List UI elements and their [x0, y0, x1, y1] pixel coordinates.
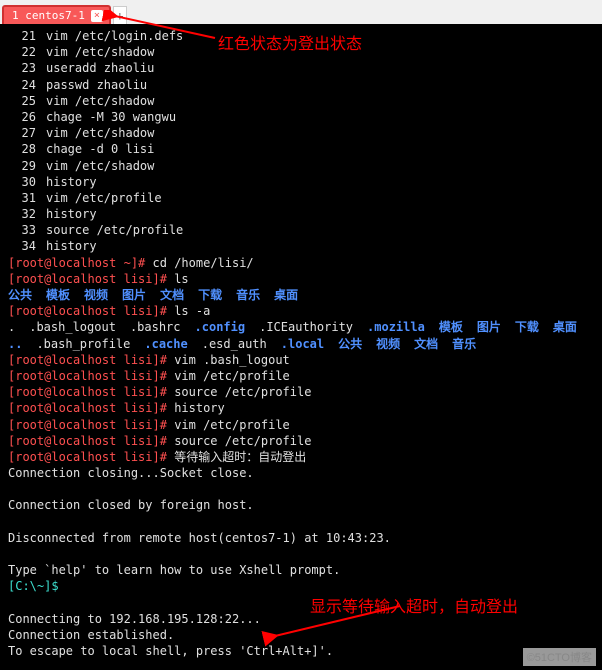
ls-item: .bashrc [130, 319, 181, 335]
ls-output: . .bash_logout .bashrc .config .ICEauthority… [8, 319, 594, 335]
close-icon[interactable]: × [91, 10, 103, 22]
ls-item: 音乐 [236, 287, 260, 303]
cmd-text: source /etc/profile [174, 385, 311, 399]
history-line: 28chage -d 0 lisi [8, 141, 594, 157]
ls-output: 公共模板视频图片文档下载音乐桌面 [8, 287, 594, 303]
cmd-line: [root@localhost lisi]# vim /etc/profile [8, 417, 594, 433]
history-line: 23useradd zhaoliu [8, 60, 594, 76]
plus-icon: + [116, 9, 123, 23]
cmd-text: ls [174, 272, 188, 286]
help-text: Type `help' to learn how to use Xshell p… [8, 562, 594, 578]
terminal-output[interactable]: 21vim /etc/login.defs22vim /etc/shadow23… [0, 24, 602, 670]
cmd-line: [root@localhost lisi]# ls -a [8, 303, 594, 319]
ls-item: 音乐 [452, 336, 476, 352]
cmd-line: [root@localhost lisi]# source /etc/profi… [8, 433, 594, 449]
prompt: [root@localhost lisi]# [8, 434, 167, 448]
ls-item: .bash_profile [36, 336, 130, 352]
session-tab[interactable]: 1 centos7-1 × [2, 5, 111, 24]
history-line: 33source /etc/profile [8, 222, 594, 238]
history-line: 34history [8, 238, 594, 254]
ls-output: .. .bash_profile .cache .esd_auth .local 公共视频… [8, 336, 594, 352]
cmd-line: [root@localhost lisi]# history [8, 400, 594, 416]
ls-item: 公共 [8, 287, 32, 303]
cmd-text: vim .bash_logout [174, 353, 290, 367]
status-text: Connection closed by foreign host. [8, 497, 594, 513]
prompt: [root@localhost lisi]# [8, 272, 167, 286]
ls-item: .esd_auth [202, 336, 267, 352]
ls-item: 模板 [46, 287, 70, 303]
history-line: 29vim /etc/shadow [8, 158, 594, 174]
xshell-prompt: [C:\~]$ [8, 578, 594, 594]
history-block: 21vim /etc/login.defs22vim /etc/shadow23… [8, 28, 594, 255]
prompt: [root@localhost lisi]# [8, 353, 167, 367]
cmd-text: ls -a [174, 304, 210, 318]
status-text: Connecting to 192.168.195.128:22... [8, 611, 594, 627]
cmd-text: 等待输入超时：自动登出 [174, 450, 306, 464]
status-text: Connection established. [8, 627, 594, 643]
cmd-line: [root@localhost lisi]# source /etc/profi… [8, 384, 594, 400]
prompt: [root@localhost ~]# [8, 256, 145, 270]
ls-item: 视频 [376, 336, 400, 352]
status-text: Disconnected from remote host(centos7-1)… [8, 530, 594, 546]
ls-item: .config [195, 319, 246, 335]
ls-item: 下载 [515, 319, 539, 335]
history-line: 32history [8, 206, 594, 222]
cmd-text: vim /etc/profile [174, 418, 290, 432]
ls-item: .cache [144, 336, 187, 352]
prompt: [root@localhost lisi]# [8, 418, 167, 432]
cmd-text: source /etc/profile [174, 434, 311, 448]
history-line: 27vim /etc/shadow [8, 125, 594, 141]
watermark: ©51CTO博客 [523, 648, 596, 666]
ls-item: . [8, 319, 15, 335]
cmd-text: vim /etc/profile [174, 369, 290, 383]
ls-item: 文档 [160, 287, 184, 303]
ls-item: .ICEauthority [259, 319, 353, 335]
history-line: 22vim /etc/shadow [8, 44, 594, 60]
cmd-line: [root@localhost lisi]# 等待输入超时：自动登出 [8, 449, 594, 465]
new-tab-button[interactable]: + [113, 6, 127, 24]
ls-item: 视频 [84, 287, 108, 303]
tab-bar: 1 centos7-1 × + [0, 0, 602, 24]
ls-item: 模板 [439, 319, 463, 335]
cmd-line: [root@localhost ~]# cd /home/lisi/ [8, 255, 594, 271]
prompt: [root@localhost lisi]# [8, 304, 167, 318]
ls-item: 下载 [198, 287, 222, 303]
prompt: [root@localhost lisi]# [8, 450, 167, 464]
cmd-line: [root@localhost lisi]# ls [8, 271, 594, 287]
history-line: 25vim /etc/shadow [8, 93, 594, 109]
history-line: 31vim /etc/profile [8, 190, 594, 206]
ls-item: 桌面 [553, 319, 577, 335]
status-text: Connection closing...Socket close. [8, 465, 594, 481]
tab-label: 1 centos7-1 [12, 9, 85, 22]
prompt: [root@localhost lisi]# [8, 369, 167, 383]
history-line: 24passwd zhaoliu [8, 77, 594, 93]
prompt: [root@localhost lisi]# [8, 401, 167, 415]
cmd-line: [root@localhost lisi]# vim .bash_logout [8, 352, 594, 368]
ls-item: .mozilla [367, 319, 425, 335]
ls-item: .bash_logout [29, 319, 116, 335]
history-line: 30history [8, 174, 594, 190]
ls-item: 图片 [477, 319, 501, 335]
ls-item: .local [281, 336, 324, 352]
prompt: [root@localhost lisi]# [8, 385, 167, 399]
ls-item: 桌面 [274, 287, 298, 303]
cmd-text: history [174, 401, 225, 415]
status-text: To escape to local shell, press 'Ctrl+Al… [8, 643, 594, 659]
ls-item: 文档 [414, 336, 438, 352]
cmd-line: [root@localhost lisi]# vim /etc/profile [8, 368, 594, 384]
history-line: 26chage -M 30 wangwu [8, 109, 594, 125]
ls-item: 图片 [122, 287, 146, 303]
ls-item: 公共 [338, 336, 362, 352]
ls-item: .. [8, 336, 22, 352]
history-line: 21vim /etc/login.defs [8, 28, 594, 44]
cmd-text: cd /home/lisi/ [153, 256, 254, 270]
